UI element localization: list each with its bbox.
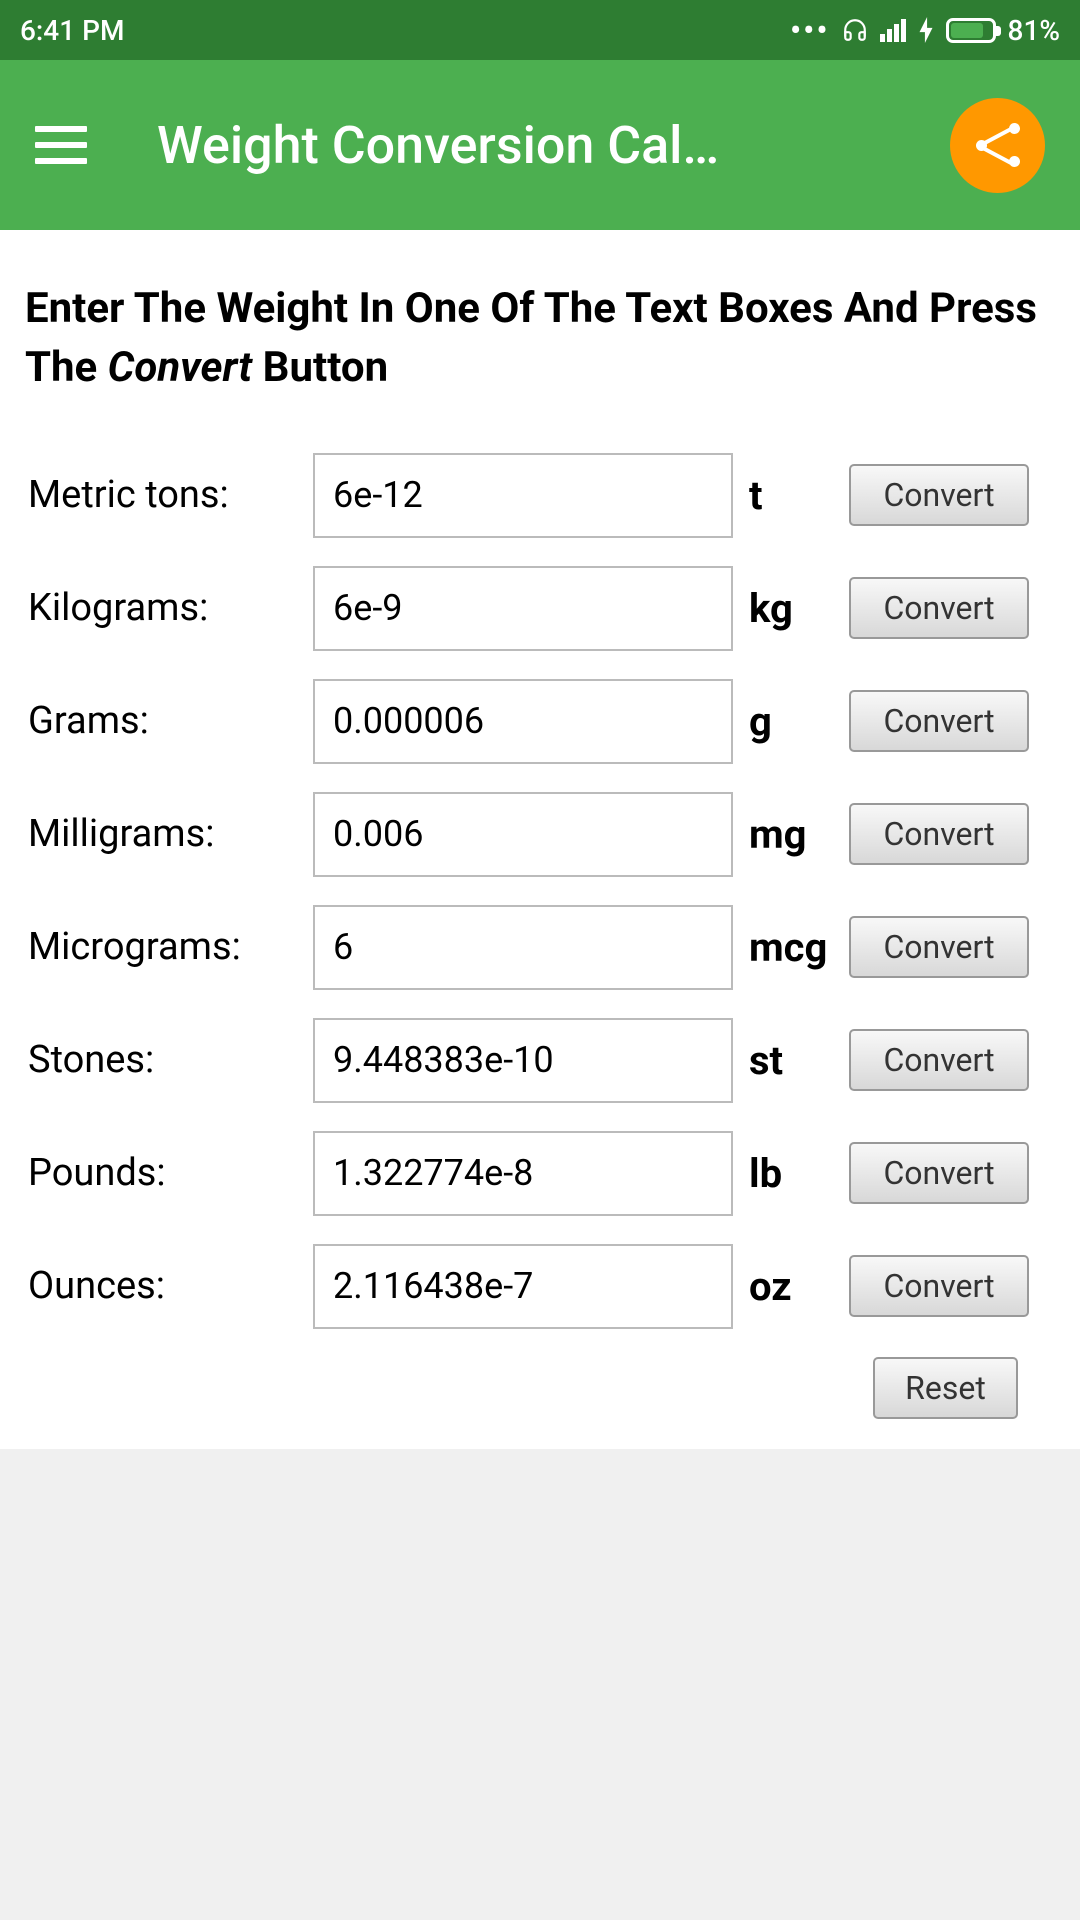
headphones-icon (842, 17, 868, 43)
menu-icon[interactable] (35, 126, 87, 164)
unit-stones: st (741, 1037, 841, 1084)
convert-button-ounces[interactable]: Convert (849, 1255, 1029, 1317)
charging-icon (918, 17, 934, 43)
main-content: Enter The Weight In One Of The Text Boxe… (0, 230, 1080, 1449)
row-milligrams: Milligrams: mg Convert (20, 792, 1060, 877)
label-micrograms: Micrograms: (20, 925, 305, 969)
row-metric-tons: Metric tons: t Convert (20, 453, 1060, 538)
input-stones[interactable] (313, 1018, 733, 1103)
label-stones: Stones: (20, 1038, 305, 1082)
battery-percent: 81% (1008, 14, 1060, 47)
input-metric-tons[interactable] (313, 453, 733, 538)
share-icon (976, 123, 1020, 167)
battery-icon (946, 18, 996, 43)
status-bar: 6:41 PM ••• 81% (0, 0, 1080, 60)
input-pounds[interactable] (313, 1131, 733, 1216)
label-pounds: Pounds: (20, 1151, 305, 1195)
unit-pounds: lb (741, 1150, 841, 1197)
label-ounces: Ounces: (20, 1264, 305, 1308)
instructions-text: Enter The Weight In One Of The Text Boxe… (20, 280, 1060, 398)
reset-row: Reset (20, 1357, 1060, 1419)
label-kilograms: Kilograms: (20, 586, 305, 630)
label-milligrams: Milligrams: (20, 812, 305, 856)
row-kilograms: Kilograms: kg Convert (20, 566, 1060, 651)
label-grams: Grams: (20, 699, 305, 743)
unit-kilograms: kg (741, 585, 841, 632)
row-grams: Grams: g Convert (20, 679, 1060, 764)
input-micrograms[interactable] (313, 905, 733, 990)
label-metric-tons: Metric tons: (20, 473, 305, 517)
row-ounces: Ounces: oz Convert (20, 1244, 1060, 1329)
input-grams[interactable] (313, 679, 733, 764)
share-button[interactable] (950, 98, 1045, 193)
convert-button-pounds[interactable]: Convert (849, 1142, 1029, 1204)
unit-milligrams: mg (741, 811, 841, 858)
convert-button-grams[interactable]: Convert (849, 690, 1029, 752)
convert-button-micrograms[interactable]: Convert (849, 916, 1029, 978)
convert-button-milligrams[interactable]: Convert (849, 803, 1029, 865)
page-title: Weight Conversion Cal… (157, 115, 1045, 176)
unit-ounces: oz (741, 1263, 841, 1310)
unit-grams: g (741, 698, 841, 745)
row-pounds: Pounds: lb Convert (20, 1131, 1060, 1216)
convert-button-metric-tons[interactable]: Convert (849, 464, 1029, 526)
row-micrograms: Micrograms: mcg Convert (20, 905, 1060, 990)
convert-button-stones[interactable]: Convert (849, 1029, 1029, 1091)
signal-icon (880, 19, 906, 42)
convert-button-kilograms[interactable]: Convert (849, 577, 1029, 639)
app-bar: Weight Conversion Cal… (0, 60, 1080, 230)
unit-metric-tons: t (741, 472, 841, 519)
unit-micrograms: mcg (741, 924, 841, 971)
row-stones: Stones: st Convert (20, 1018, 1060, 1103)
input-milligrams[interactable] (313, 792, 733, 877)
input-ounces[interactable] (313, 1244, 733, 1329)
reset-button[interactable]: Reset (873, 1357, 1018, 1419)
more-dots-icon: ••• (790, 11, 830, 49)
input-kilograms[interactable] (313, 566, 733, 651)
status-right: ••• 81% (790, 11, 1060, 49)
status-time: 6:41 PM (20, 14, 124, 47)
